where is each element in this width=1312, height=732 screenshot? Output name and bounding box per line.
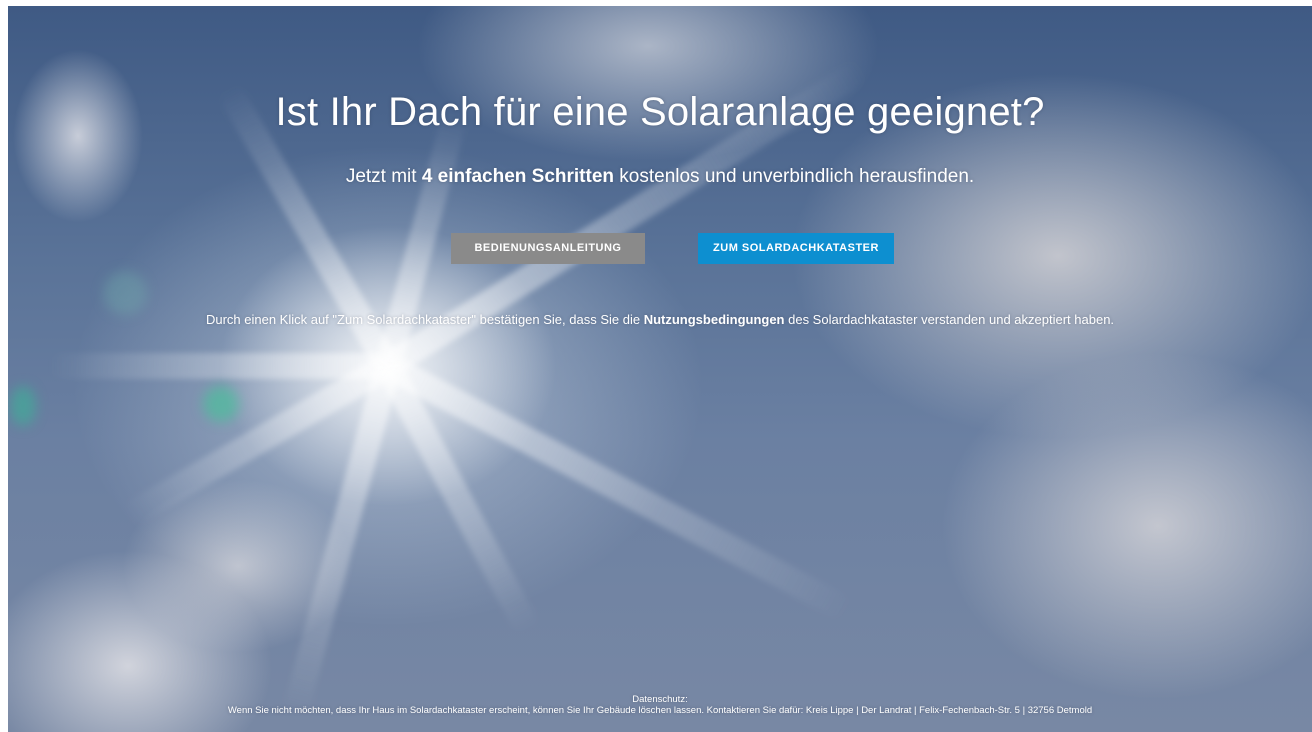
page-subtitle: Jetzt mit 4 einfachen Schritten kostenlo… (8, 166, 1312, 188)
terms-notice-suffix: des Solardachkataster verstanden und akz… (784, 312, 1115, 327)
privacy-heading: Datenschutz: (632, 694, 688, 705)
terms-notice: Durch einen Klick auf "Zum Solardachkata… (8, 312, 1312, 327)
terms-of-use-link[interactable]: Nutzungsbedingungen (644, 312, 785, 327)
open-solar-cadastre-button[interactable]: ZUM SOLARDACHKATASTER (698, 233, 894, 264)
page-title: Ist Ihr Dach für eine Solaranlage geeign… (275, 90, 1045, 134)
subtitle-prefix: Jetzt mit (345, 166, 422, 187)
subtitle-suffix: kostenlos und unverbindlich herausfinden… (614, 166, 975, 187)
privacy-footer: Datenschutz: Wenn Sie nicht möchten, das… (8, 694, 1312, 716)
user-guide-button[interactable]: BEDIENUNGSANLEITUNG (451, 233, 645, 264)
terms-notice-prefix: Durch einen Klick auf "Zum Solardachkata… (205, 312, 644, 327)
subtitle-highlight: 4 einfachen Schritten (421, 166, 614, 187)
privacy-text: Wenn Sie nicht möchten, dass Ihr Haus im… (227, 705, 1093, 716)
